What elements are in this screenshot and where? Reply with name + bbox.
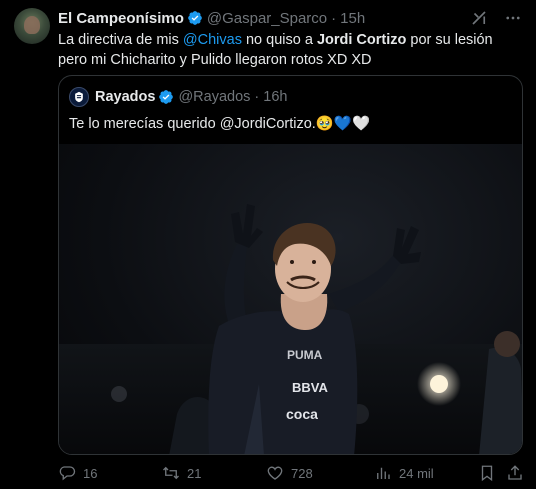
action-bar: 16 21 728 24 mil: [58, 463, 522, 483]
bookmark-button[interactable]: [478, 464, 496, 482]
header-actions: [470, 9, 522, 27]
quoted-tweet[interactable]: Rayados @Rayados · 16h Te lo merecías qu…: [58, 75, 523, 455]
grok-icon[interactable]: [470, 9, 488, 27]
quote-handle: @Rayados: [178, 89, 251, 105]
quote-photo[interactable]: PUMA BBVA coca: [59, 144, 522, 454]
tweet-text-part1: La directiva de mis: [58, 32, 183, 48]
author-avatar[interactable]: [14, 8, 50, 44]
retweet-icon: [163, 466, 179, 480]
tweet-content: El Campeonísimo @Gaspar_Sparco · 15h La …: [58, 8, 522, 70]
tweet-text-part2: no quiso a: [241, 32, 317, 48]
retweet-button[interactable]: 21: [162, 464, 201, 482]
player-photo-illustration: PUMA BBVA coca: [59, 204, 522, 454]
quote-time: 16h: [263, 89, 288, 105]
author-handle[interactable]: @Gaspar_Sparco: [207, 10, 327, 27]
quote-avatar: [69, 87, 89, 107]
emoji-heart-white: 🤍: [351, 116, 371, 132]
bold-name: Jordi Cortizo: [316, 32, 407, 48]
quote-header: Rayados @Rayados · 16h: [69, 87, 522, 107]
emoji-face: 🥹: [315, 116, 334, 132]
svg-text:BBVA: BBVA: [292, 380, 328, 395]
svg-text:coca: coca: [286, 406, 318, 422]
more-icon[interactable]: [504, 9, 522, 27]
tweet-time[interactable]: 15h: [340, 10, 365, 27]
verified-badge-icon: [158, 89, 174, 105]
quote-author-name: Rayados: [95, 89, 156, 105]
share-icon: [508, 465, 522, 480]
quote-text: Te lo merecías querido @JordiCortizo.🥹💙🤍: [69, 114, 522, 134]
separator-dot: ·: [331, 9, 337, 27]
views-button[interactable]: 24 mil: [374, 464, 434, 482]
tweet-header: El Campeonísimo @Gaspar_Sparco · 15h: [58, 8, 522, 28]
like-count: 728: [291, 465, 313, 481]
quote-text-body: Te lo merecías querido @JordiCortizo.: [69, 116, 316, 132]
retweet-count: 21: [187, 465, 202, 481]
like-button[interactable]: 728: [266, 464, 313, 482]
reply-icon: [59, 466, 76, 481]
reply-button[interactable]: 16: [58, 464, 97, 482]
views-count: 24 mil: [399, 465, 434, 481]
tweet[interactable]: El Campeonísimo @Gaspar_Sparco · 15h La …: [0, 0, 536, 489]
mention-link[interactable]: @Chivas: [183, 32, 242, 48]
like-icon: [267, 466, 283, 480]
svg-text:PUMA: PUMA: [287, 348, 323, 362]
author-name[interactable]: El Campeonísimo: [58, 10, 184, 27]
emoji-heart-blue: 💙: [333, 116, 352, 132]
separator-dot: ·: [254, 89, 260, 105]
share-button[interactable]: [506, 464, 524, 482]
reply-count: 16: [83, 465, 98, 481]
views-icon: [377, 467, 390, 479]
tweet-text: La directiva de mis @Chivas no quiso a J…: [58, 30, 522, 70]
verified-badge-icon: [187, 10, 203, 26]
bookmark-icon: [481, 465, 493, 482]
